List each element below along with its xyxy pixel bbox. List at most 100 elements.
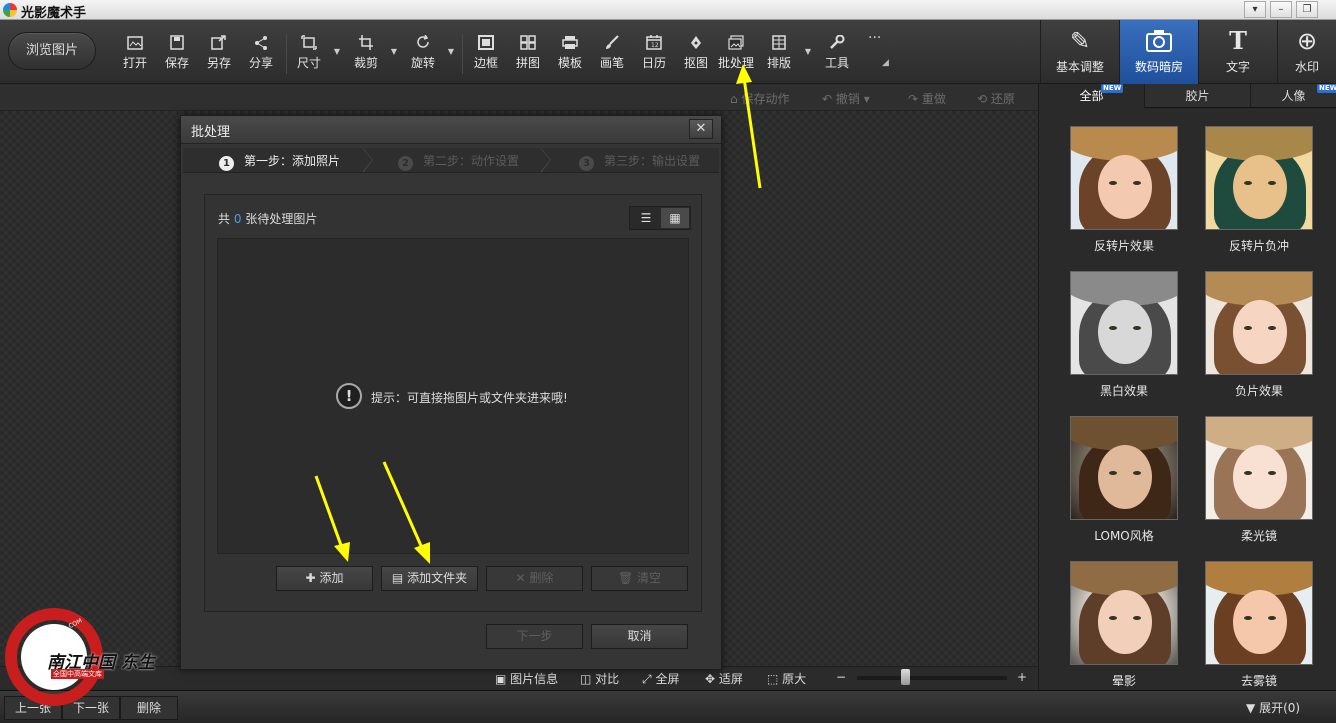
app-title: 光影魔术手 bbox=[21, 6, 87, 21]
minimize-button[interactable]: – bbox=[1270, 1, 1292, 18]
zoom-in-button[interactable]: + bbox=[1017, 670, 1027, 684]
panel-tab-film[interactable]: 胶片 bbox=[1145, 84, 1251, 108]
tool-size-label: 尺寸 bbox=[296, 56, 321, 70]
redo-button[interactable]: ↷ 重做 bbox=[908, 90, 946, 107]
clear-button[interactable]: 🗑 清空 bbox=[591, 566, 688, 591]
drop-hint: 提示：可直接拖图片或文件夹进来哦! bbox=[371, 391, 568, 405]
effect-thumb-bw[interactable] bbox=[1070, 271, 1178, 375]
browse-images-button[interactable]: 浏览图片 bbox=[8, 32, 96, 70]
tool-share-label: 分享 bbox=[248, 56, 273, 70]
step-label: 第一步：添加照片 bbox=[244, 154, 341, 168]
tool-template[interactable]: 模板 bbox=[552, 30, 588, 76]
tool-brush[interactable]: 画笔 bbox=[594, 30, 630, 76]
restore-button[interactable]: ⟲ 还原 bbox=[977, 90, 1015, 107]
open-image-icon bbox=[127, 36, 143, 50]
crop-icon bbox=[359, 35, 373, 50]
tool-collage[interactable]: 拼图 bbox=[510, 30, 546, 76]
rotate-dropdown-icon[interactable]: ▼ bbox=[446, 47, 456, 56]
zoom-slider-handle[interactable] bbox=[900, 669, 910, 685]
zoom-slider[interactable] bbox=[857, 676, 1007, 680]
tool-tools[interactable]: 工具 bbox=[819, 30, 855, 76]
more-tools-icon[interactable]: ··· bbox=[868, 30, 881, 46]
effect-thumb-lomo[interactable] bbox=[1070, 416, 1178, 520]
photo-drop-area[interactable]: ! 提示：可直接拖图片或文件夹进来哦! bbox=[217, 238, 689, 554]
watermark-icon: ⊕ bbox=[1296, 27, 1318, 55]
tab-basic-adjust[interactable]: ✎ 基本调整 bbox=[1040, 20, 1119, 84]
annotation-arrow-icon bbox=[382, 461, 430, 564]
status-bar: 上一张 下一张 删除 ▼ 展开(0) bbox=[0, 690, 1336, 723]
grid-view-icon[interactable]: ▦ bbox=[661, 208, 689, 228]
add-button[interactable]: ✚ 添加 bbox=[276, 566, 373, 591]
image-info-label: 图片信息 bbox=[510, 672, 559, 686]
collage-icon bbox=[520, 35, 536, 50]
close-icon[interactable]: ✕ bbox=[689, 119, 713, 139]
effect-thumb-soft-light[interactable] bbox=[1205, 416, 1313, 520]
tool-rotate[interactable]: 旋转 bbox=[405, 30, 441, 76]
redo-icon: ↷ bbox=[908, 92, 919, 106]
tool-cutout[interactable]: 抠图 bbox=[678, 30, 714, 76]
tool-brush-label: 画笔 bbox=[599, 56, 624, 70]
toolbar-expand-icon[interactable]: ◢ bbox=[882, 58, 889, 68]
zoom-out-button[interactable]: − bbox=[836, 670, 846, 684]
size-dropdown-icon[interactable]: ▼ bbox=[332, 47, 342, 56]
tool-save[interactable]: 保存 bbox=[159, 30, 195, 76]
effect-thumb-reversal-push[interactable] bbox=[1205, 126, 1313, 230]
effect-thumb-negative[interactable] bbox=[1205, 271, 1313, 375]
wizard-steps: 1 第一步：添加照片 2 第二步：动作设置 3 第三步：输出设置 bbox=[183, 148, 719, 173]
compare-button[interactable]: ◫ 对比 bbox=[580, 670, 619, 687]
adjust-icon: ✎ bbox=[1069, 27, 1091, 55]
step-number: 3 bbox=[579, 156, 594, 171]
tab-watermark-label: 水印 bbox=[1294, 60, 1319, 74]
tool-open[interactable]: 打开 bbox=[117, 30, 153, 76]
layout-icon bbox=[772, 35, 786, 50]
list-view-icon[interactable]: ☰ bbox=[632, 208, 660, 228]
original-size-button[interactable]: ⬚ 原大 bbox=[767, 670, 806, 687]
effect-thumb-vignette[interactable] bbox=[1070, 561, 1178, 665]
tab-digital-darkroom-label: 数码暗房 bbox=[1134, 60, 1183, 74]
tool-crop-label: 裁剪 bbox=[353, 56, 378, 70]
svg-text:12: 12 bbox=[651, 42, 659, 49]
fullscreen-icon: ⤢ bbox=[642, 672, 652, 686]
next-step-button[interactable]: 下一步 bbox=[486, 624, 583, 649]
effect-thumb-dehaze[interactable] bbox=[1205, 561, 1313, 665]
add-folder-label: 添加文件夹 bbox=[407, 571, 468, 585]
count-prefix: 共 bbox=[218, 212, 231, 226]
count-suffix: 张待处理图片 bbox=[245, 212, 318, 226]
expand-filmstrip-button[interactable]: ▼ 展开(0) bbox=[1246, 699, 1300, 716]
menu-dropdown-button[interactable]: ▾ bbox=[1244, 1, 1266, 18]
tab-text[interactable]: T 文字 bbox=[1198, 20, 1277, 84]
tool-calendar[interactable]: 12 日历 bbox=[636, 30, 672, 76]
tool-share[interactable]: 分享 bbox=[243, 30, 279, 76]
crop-dropdown-icon[interactable]: ▼ bbox=[389, 47, 399, 56]
delete-button[interactable]: ✕ 删除 bbox=[486, 566, 583, 591]
panel-tab-all[interactable]: 全部 bbox=[1039, 84, 1145, 108]
fullscreen-button[interactable]: ⤢ 全屏 bbox=[642, 670, 679, 687]
effect-thumb-reversal[interactable] bbox=[1070, 126, 1178, 230]
image-info-button[interactable]: ▣ 图片信息 bbox=[495, 670, 558, 687]
effects-panel: 全部 NEW 胶片 人像 NEW 反转片效果 反转片负冲 黑白效果 负片效果 L… bbox=[1038, 84, 1336, 690]
clear-label: 清空 bbox=[637, 571, 662, 585]
dialog-title-bar[interactable]: 批处理 ✕ bbox=[181, 116, 721, 144]
effect-label: 反转片负冲 bbox=[1228, 239, 1289, 253]
original-size-label: 原大 bbox=[782, 672, 807, 686]
annotation-arrow-icon bbox=[736, 64, 762, 189]
tool-save-as[interactable]: 另存 bbox=[201, 30, 237, 76]
step-2: 2 第二步：动作设置 bbox=[398, 152, 519, 171]
tool-crop[interactable]: 裁剪 bbox=[348, 30, 384, 76]
undo-button[interactable]: ↶ 撤销 ▾ bbox=[822, 90, 870, 107]
share-icon bbox=[255, 36, 267, 50]
tool-border[interactable]: 边框 bbox=[468, 30, 504, 76]
restore-button[interactable]: ❐ bbox=[1296, 1, 1318, 18]
tab-watermark[interactable]: ⊕ 水印 bbox=[1277, 20, 1336, 84]
add-folder-button[interactable]: ▤ 添加文件夹 bbox=[381, 566, 478, 591]
fit-screen-button[interactable]: ✥ 适屏 bbox=[705, 670, 743, 687]
tab-digital-darkroom[interactable]: 数码暗房 bbox=[1119, 20, 1198, 84]
cancel-button[interactable]: 取消 bbox=[591, 624, 688, 649]
batch-dialog: 批处理 ✕ 1 第一步：添加照片 2 第二步：动作设置 3 第三步：输出设置 共 0 … bbox=[180, 115, 722, 670]
undo-dropdown-icon[interactable]: ▾ bbox=[864, 92, 870, 106]
layout-dropdown-icon[interactable]: ▼ bbox=[803, 47, 813, 56]
calendar-icon: 12 bbox=[646, 35, 662, 50]
new-badge: NEW bbox=[1317, 84, 1336, 93]
tool-size[interactable]: 尺寸 bbox=[291, 30, 327, 76]
effect-label: LOMO风格 bbox=[1094, 529, 1154, 543]
